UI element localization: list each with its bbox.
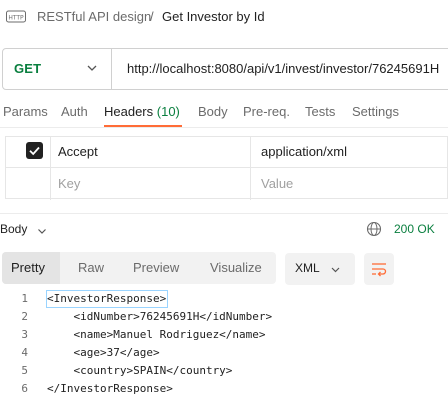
chevron-down-icon[interactable]	[86, 62, 98, 74]
tab-settings[interactable]: Settings	[352, 104, 399, 119]
response-section-label[interactable]: Body	[0, 222, 27, 236]
breadcrumb-current[interactable]: Get Investor by Id	[162, 9, 265, 24]
tabs-divider	[0, 127, 448, 128]
tab-visualize[interactable]: Visualize	[210, 260, 262, 275]
tab-tests[interactable]: Tests	[305, 104, 335, 119]
code-line[interactable]: </InvestorResponse>	[47, 382, 173, 395]
line-number: 1	[21, 292, 28, 305]
request-bar-divider	[111, 49, 112, 89]
url-input[interactable]: http://localhost:8080/api/v1/invest/inve…	[127, 61, 439, 76]
http-icon: HTTP	[6, 8, 26, 26]
checkmark-icon	[29, 146, 40, 156]
header-enabled-checkbox[interactable]	[26, 142, 43, 159]
breadcrumb-separator: /	[150, 9, 154, 24]
format-select-label: XML	[295, 261, 320, 275]
table-column-divider	[250, 136, 251, 200]
code-line[interactable]: <InvestorResponse>	[47, 292, 166, 305]
header-key[interactable]: Accept	[58, 144, 98, 159]
tab-params[interactable]: Params	[3, 104, 48, 119]
line-number: 4	[21, 346, 28, 359]
code-line[interactable]: <age>37</age>	[47, 346, 159, 359]
line-number: 2	[21, 310, 28, 323]
tab-headers[interactable]: Headers (10)	[104, 104, 180, 119]
tab-auth[interactable]: Auth	[61, 104, 88, 119]
tab-body[interactable]: Body	[198, 104, 228, 119]
new-header-value-input[interactable]: Value	[261, 176, 293, 191]
wrap-lines-icon[interactable]	[370, 261, 388, 277]
header-value[interactable]: application/xml	[261, 144, 347, 159]
table-column-divider	[50, 136, 51, 200]
http-icon-text: HTTP	[8, 15, 24, 22]
tab-raw[interactable]: Raw	[78, 260, 104, 275]
code-line[interactable]: <idNumber>76245691H</idNumber>	[47, 310, 272, 323]
chevron-down-icon[interactable]	[37, 224, 47, 234]
new-header-key-input[interactable]: Key	[58, 176, 80, 191]
tab-headers-count: (10)	[156, 104, 180, 119]
status-badge[interactable]: 200 OK	[394, 222, 435, 236]
method-select[interactable]: GET	[14, 61, 41, 76]
tab-preview[interactable]: Preview	[133, 260, 179, 275]
breadcrumb-parent[interactable]: RESTful API design	[37, 9, 151, 24]
line-number: 3	[21, 328, 28, 341]
response-divider	[0, 213, 448, 214]
tab-pre-request[interactable]: Pre-req.	[243, 104, 290, 119]
tab-pretty[interactable]: Pretty	[11, 260, 45, 275]
globe-icon[interactable]	[366, 221, 382, 237]
code-line[interactable]: <name>Manuel Rodriguez</name>	[47, 328, 265, 341]
tab-headers-label: Headers	[104, 104, 154, 119]
line-number: 6	[21, 382, 28, 395]
code-line[interactable]: <country>SPAIN</country>	[47, 364, 232, 377]
chevron-down-icon[interactable]	[330, 263, 341, 274]
line-number: 5	[21, 364, 28, 377]
